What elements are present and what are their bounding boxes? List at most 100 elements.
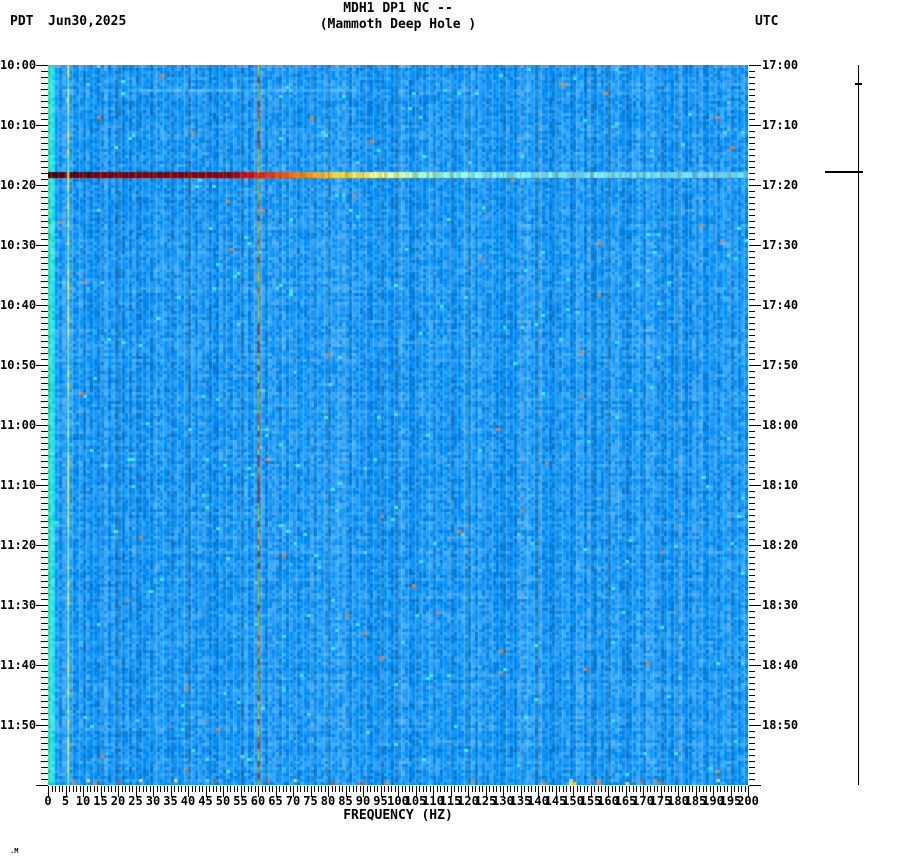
axis-tick <box>749 719 755 720</box>
axis-tick <box>749 569 755 570</box>
axis-tick <box>749 647 755 648</box>
axis-tick <box>534 786 536 792</box>
axis-tick <box>749 191 755 192</box>
axis-tick <box>184 786 186 792</box>
axis-tick <box>749 755 755 756</box>
axis-tick <box>174 786 175 792</box>
axis-tick <box>552 786 553 792</box>
axis-tick <box>41 77 48 78</box>
axis-tick <box>36 785 48 786</box>
axis-tick <box>636 786 637 792</box>
axis-tick <box>41 353 48 354</box>
axis-tick <box>41 509 48 510</box>
axis-tick <box>653 786 655 792</box>
axis-tick <box>692 786 693 792</box>
axis-tick <box>198 786 200 792</box>
axis-tick <box>749 113 755 114</box>
axis-tick <box>611 786 613 792</box>
right-time-tick-label: 18:50 <box>762 718 799 732</box>
axis-tick <box>41 575 48 576</box>
axis-tick <box>41 137 48 138</box>
right-time-tick-label: 17:00 <box>762 58 799 72</box>
axis-tick <box>97 786 98 792</box>
axis-tick <box>373 786 375 792</box>
left-time-tick-label: 10:40 <box>0 298 37 312</box>
axis-tick <box>41 347 48 348</box>
axis-tick <box>36 65 48 66</box>
axis-tick <box>76 786 77 792</box>
axis-tick <box>749 527 755 528</box>
axis-tick <box>41 449 48 450</box>
axis-tick <box>36 425 48 426</box>
axis-tick <box>749 323 755 324</box>
axis-tick <box>41 653 48 654</box>
axis-tick <box>156 786 158 792</box>
axis-tick <box>749 305 761 306</box>
axis-tick <box>401 786 403 792</box>
left-time-tick-label: 10:30 <box>0 238 37 252</box>
axis-tick <box>41 71 48 72</box>
axis-tick <box>517 786 518 792</box>
axis-tick <box>618 786 620 792</box>
axis-tick <box>749 425 761 426</box>
axis-tick <box>749 209 755 210</box>
axis-tick <box>527 786 529 792</box>
axis-tick <box>749 491 755 492</box>
axis-tick <box>749 359 755 360</box>
axis-tick <box>702 786 704 792</box>
axis-tick <box>41 239 48 240</box>
axis-tick <box>41 431 48 432</box>
right-time-tick-label: 18:10 <box>762 478 799 492</box>
axis-tick <box>41 527 48 528</box>
axis-tick <box>41 299 48 300</box>
axis-tick <box>749 545 761 546</box>
axis-tick <box>251 786 252 792</box>
axis-tick <box>41 503 48 504</box>
axis-tick <box>749 197 755 198</box>
axis-tick <box>370 786 371 792</box>
axis-tick <box>387 786 389 792</box>
axis-tick <box>36 365 48 366</box>
axis-tick <box>41 755 48 756</box>
axis-tick <box>36 725 48 726</box>
axis-tick <box>749 95 755 96</box>
axis-tick <box>41 473 48 474</box>
axis-tick <box>749 743 755 744</box>
axis-tick <box>489 786 490 792</box>
axis-tick <box>749 137 755 138</box>
axis-tick <box>289 786 291 792</box>
axis-tick <box>749 515 755 516</box>
axis-tick <box>41 701 48 702</box>
axis-tick <box>41 689 48 690</box>
axis-tick <box>226 786 228 792</box>
axis-tick <box>41 479 48 480</box>
axis-tick <box>41 275 48 276</box>
axis-tick <box>587 786 588 792</box>
axis-tick <box>41 407 48 408</box>
axis-tick <box>41 413 48 414</box>
freq-tick-label: 200 <box>737 794 759 808</box>
left-time-tick-label: 10:10 <box>0 118 37 132</box>
axis-tick <box>749 287 755 288</box>
axis-tick <box>41 197 48 198</box>
axis-tick <box>426 786 427 792</box>
axis-tick <box>36 665 48 666</box>
axis-tick <box>749 317 755 318</box>
axis-tick <box>41 233 48 234</box>
axis-tick <box>583 786 585 792</box>
left-time-tick-label: 11:40 <box>0 658 37 672</box>
axis-tick <box>41 101 48 102</box>
axis-tick <box>125 786 126 792</box>
axis-tick <box>41 287 48 288</box>
axis-tick <box>41 419 48 420</box>
axis-tick <box>303 786 305 792</box>
axis-tick <box>749 233 755 234</box>
axis-tick <box>41 641 48 642</box>
amplitude-trace-line <box>858 65 859 785</box>
axis-tick <box>314 786 315 792</box>
axis-tick <box>93 786 95 792</box>
right-time-tick-label: 17:10 <box>762 118 799 132</box>
axis-tick <box>749 419 755 420</box>
axis-tick <box>111 786 112 792</box>
axis-tick <box>149 786 151 792</box>
